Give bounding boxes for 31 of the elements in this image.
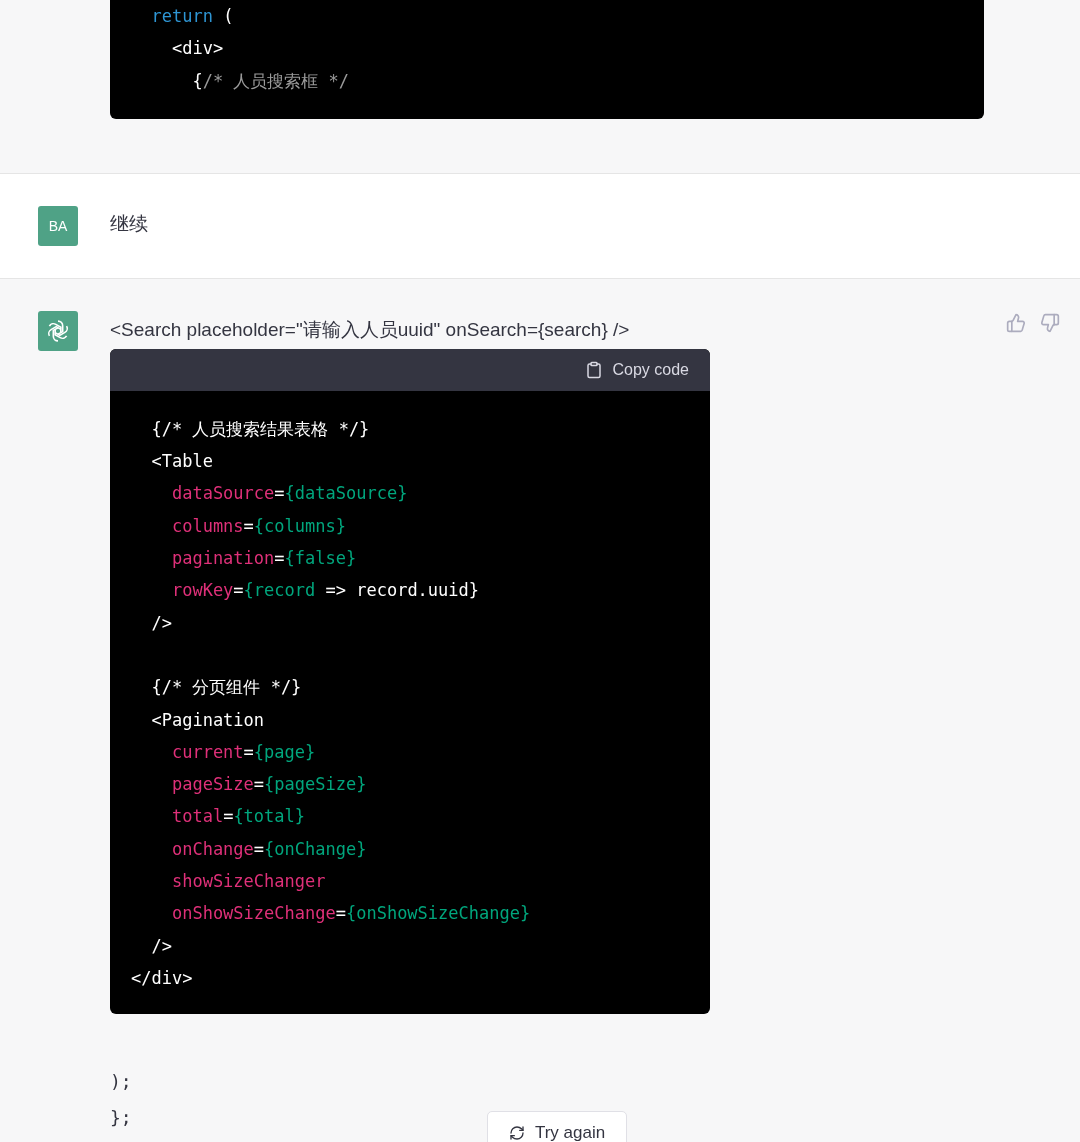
code-line: onChange={onChange} [170,837,367,861]
code-line: <div> [170,37,224,61]
code-text: }; [110,1106,132,1131]
clipboard-icon [584,360,603,379]
try-again-button[interactable]: Try again [487,1111,627,1142]
code-line: rowKey={record => record.uuid} [170,579,480,603]
code-line: current={page} [170,740,316,764]
code-line: /> [150,611,172,635]
code-line: onShowSizeChange={onShowSizeChange} [170,902,531,926]
refresh-icon [508,1125,525,1141]
code-line: dataSource={dataSource} [170,482,408,506]
thumbs-up-icon[interactable] [1006,312,1026,333]
code-line: columns={columns} [170,514,346,538]
code-line: total={total} [170,805,306,829]
code-line: {/* 分页组件 */} [150,676,302,700]
user-avatar: BA [38,205,78,246]
code-text: ); [110,1070,132,1095]
code-line: {/* 人员搜索框 */ [191,69,350,93]
code-line: /> [150,934,172,958]
user-message: 继续 [110,211,148,236]
code-line: <Pagination [150,708,265,732]
thumbs-down-icon[interactable] [1040,312,1060,333]
code-line: pagination={false} [170,547,357,571]
code-line: showSizeChanger [170,870,326,894]
code-line: <Table [150,450,213,474]
code-line: pageSize={pageSize} [170,773,367,797]
code-line: return ( [150,5,234,28]
code-line: {/* 人员搜索结果表格 */} [150,417,370,441]
assistant-message: <Search placeholder="请输入人员uuid" onSearch={search} /> [110,317,630,342]
code-line: </div> [131,966,193,990]
copy-code-button[interactable]: Copy code [584,360,689,379]
